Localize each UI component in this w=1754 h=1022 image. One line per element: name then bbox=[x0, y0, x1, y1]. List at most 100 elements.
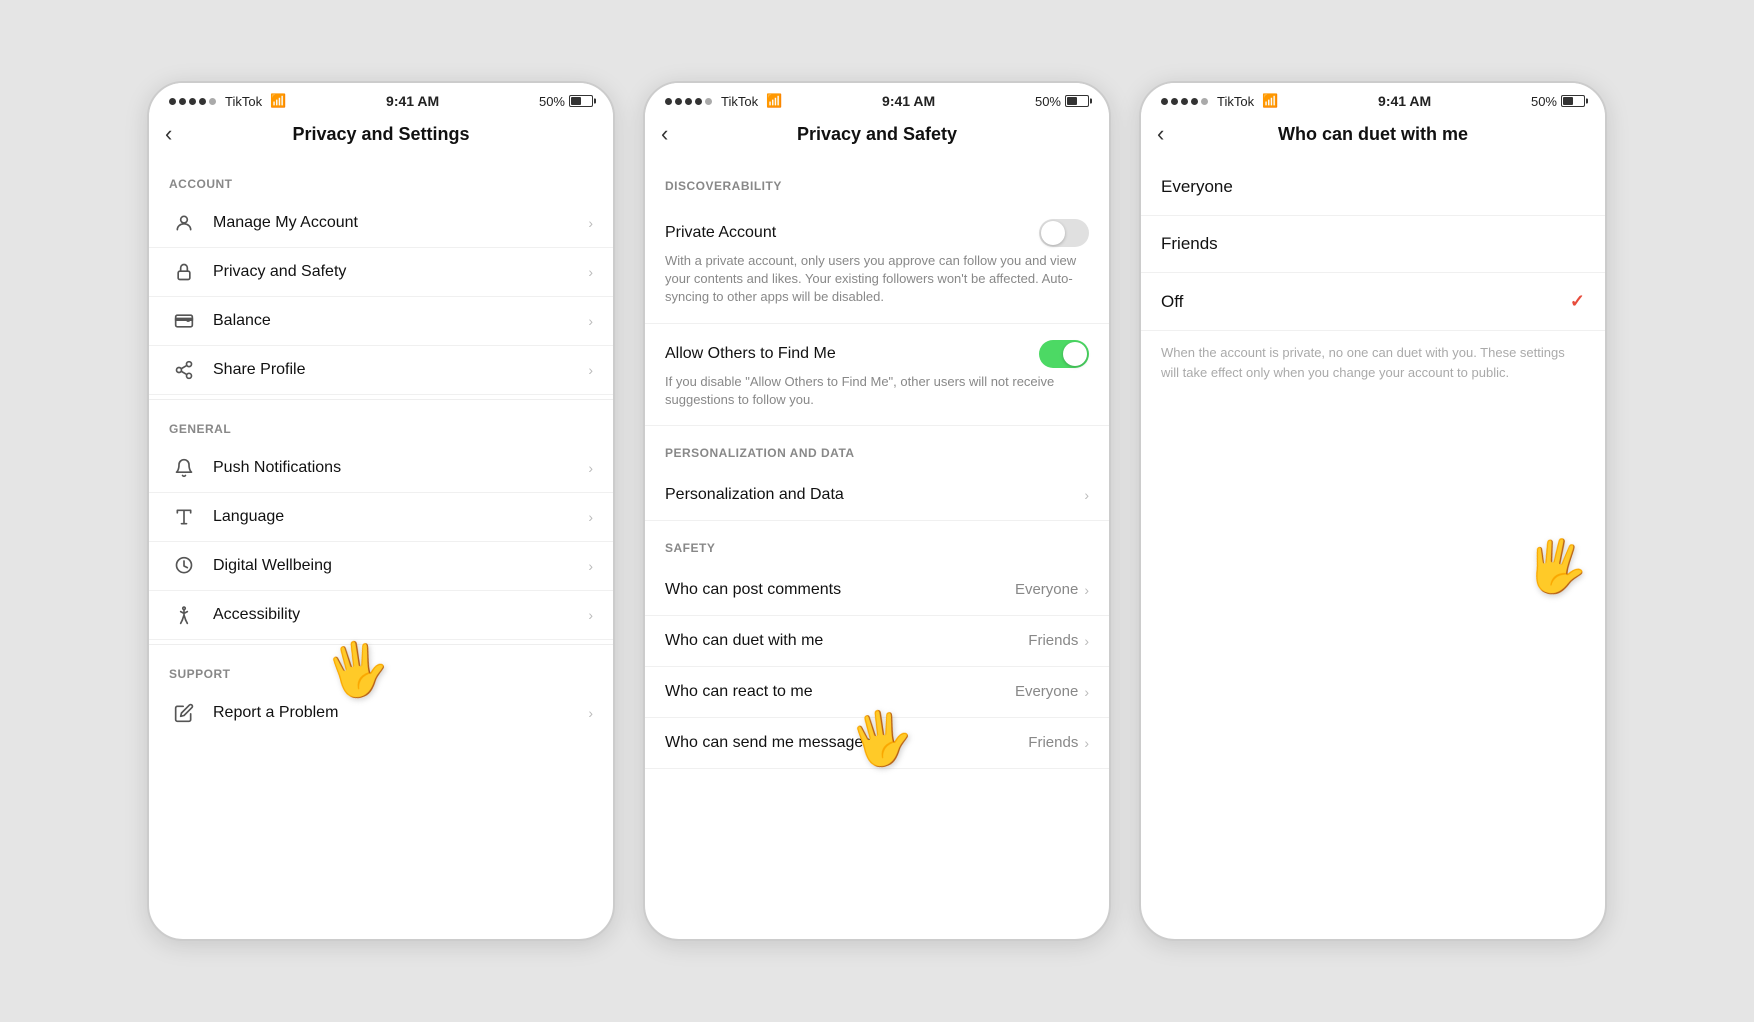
option-friends[interactable]: Friends bbox=[1141, 216, 1605, 273]
option-off-label: Off bbox=[1161, 292, 1183, 312]
section-safety: SAFETY bbox=[645, 521, 1109, 565]
section-label-account: ACCOUNT bbox=[149, 159, 613, 199]
wifi-icon-3: 📶 bbox=[1262, 93, 1278, 109]
nav-bar-3: ‹ Who can duet with me bbox=[1141, 113, 1605, 159]
nav-bar-2: ‹ Privacy and Safety bbox=[645, 113, 1109, 159]
phone-screen-2: TikTok 📶 9:41 AM 50% ‹ Privacy and Safet… bbox=[643, 81, 1111, 941]
battery-icon-3 bbox=[1561, 95, 1585, 107]
phone-screen-1: TikTok 📶 9:41 AM 50% ‹ Privacy and Setti… bbox=[147, 81, 615, 941]
phone-screen-3: TikTok 📶 9:41 AM 50% ‹ Who can duet with… bbox=[1139, 81, 1607, 941]
wellbeing-icon bbox=[169, 556, 199, 576]
s3-dot1 bbox=[1161, 98, 1168, 105]
allow-find-toggle[interactable] bbox=[1039, 340, 1089, 368]
private-account-toggle[interactable] bbox=[1039, 219, 1089, 247]
setting-personalization-data[interactable]: Personalization and Data › bbox=[645, 470, 1109, 521]
chevron-push-notifications: › bbox=[588, 460, 593, 476]
setting-who-react[interactable]: Who can react to me Everyone › bbox=[645, 667, 1109, 718]
battery-fill-2 bbox=[1067, 97, 1077, 105]
dot1 bbox=[169, 98, 176, 105]
toggle-knob-find bbox=[1063, 342, 1087, 366]
s2-dot5 bbox=[705, 98, 712, 105]
who-duet-title: Who can duet with me bbox=[665, 632, 823, 650]
menu-label-report-problem: Report a Problem bbox=[213, 704, 588, 722]
battery-percent-1: 50% bbox=[539, 94, 565, 109]
phone-wrapper-2: TikTok 📶 9:41 AM 50% ‹ Privacy and Safet… bbox=[643, 81, 1111, 941]
back-button-2[interactable]: ‹ bbox=[661, 121, 693, 147]
battery-fill-1 bbox=[571, 97, 581, 105]
status-left-2: TikTok 📶 bbox=[665, 93, 782, 109]
screen3-content: Everyone Friends Off ✓ When the account … bbox=[1141, 159, 1605, 939]
menu-item-accessibility[interactable]: Accessibility › bbox=[149, 591, 613, 640]
status-right-3: 50% bbox=[1531, 94, 1585, 109]
dot3 bbox=[189, 98, 196, 105]
allow-find-header: Allow Others to Find Me bbox=[665, 340, 1089, 368]
menu-label-balance: Balance bbox=[213, 312, 588, 330]
wifi-icon-2: 📶 bbox=[766, 93, 782, 109]
phone-wrapper-1: TikTok 📶 9:41 AM 50% ‹ Privacy and Setti… bbox=[147, 81, 615, 941]
setting-who-duet[interactable]: Who can duet with me Friends › bbox=[645, 616, 1109, 667]
who-duet-value: Friends › bbox=[1028, 632, 1089, 649]
dot2 bbox=[179, 98, 186, 105]
status-time-3: 9:41 AM bbox=[1378, 93, 1431, 109]
menu-item-balance[interactable]: Balance › bbox=[149, 297, 613, 346]
menu-item-push-notifications[interactable]: Push Notifications › bbox=[149, 444, 613, 493]
share-icon bbox=[169, 360, 199, 380]
carrier-label: TikTok bbox=[225, 94, 262, 109]
status-time-2: 9:41 AM bbox=[882, 93, 935, 109]
wallet-icon bbox=[169, 311, 199, 331]
status-left-3: TikTok 📶 bbox=[1161, 93, 1278, 109]
option-everyone[interactable]: Everyone bbox=[1141, 159, 1605, 216]
menu-item-report-problem[interactable]: Report a Problem › bbox=[149, 689, 613, 737]
dot5 bbox=[209, 98, 216, 105]
back-button-1[interactable]: ‹ bbox=[165, 121, 197, 147]
s3-dot5 bbox=[1201, 98, 1208, 105]
s2-dot1 bbox=[665, 98, 672, 105]
nav-title-2: Privacy and Safety bbox=[693, 124, 1061, 145]
menu-item-share-profile[interactable]: Share Profile › bbox=[149, 346, 613, 395]
setting-who-post-comments[interactable]: Who can post comments Everyone › bbox=[645, 565, 1109, 616]
battery-icon-1 bbox=[569, 95, 593, 107]
toggle-knob-private bbox=[1041, 221, 1065, 245]
battery-percent-2: 50% bbox=[1035, 94, 1061, 109]
nav-title-3: Who can duet with me bbox=[1189, 124, 1557, 145]
who-post-comments-title: Who can post comments bbox=[665, 581, 841, 599]
menu-item-digital-wellbeing[interactable]: Digital Wellbeing › bbox=[149, 542, 613, 591]
carrier-label-3: TikTok bbox=[1217, 94, 1254, 109]
setting-private-account[interactable]: Private Account With a private account, … bbox=[645, 203, 1109, 324]
chevron-share-profile: › bbox=[588, 362, 593, 378]
private-account-desc: With a private account, only users you a… bbox=[665, 252, 1089, 307]
menu-label-digital-wellbeing: Digital Wellbeing bbox=[213, 557, 588, 575]
signal-dots bbox=[169, 98, 216, 105]
who-messages-title: Who can send me messages bbox=[665, 734, 871, 752]
person-icon bbox=[169, 213, 199, 233]
back-button-3[interactable]: ‹ bbox=[1157, 121, 1189, 147]
status-time-1: 9:41 AM bbox=[386, 93, 439, 109]
chevron-messages: › bbox=[1084, 735, 1089, 751]
chevron-language: › bbox=[588, 509, 593, 525]
menu-item-privacy-safety[interactable]: Privacy and Safety › bbox=[149, 248, 613, 297]
pencil-icon bbox=[169, 703, 199, 723]
signal-dots-2 bbox=[665, 98, 712, 105]
menu-label-accessibility: Accessibility bbox=[213, 606, 588, 624]
setting-who-messages[interactable]: Who can send me messages Friends › bbox=[645, 718, 1109, 769]
s3-dot4 bbox=[1191, 98, 1198, 105]
setting-allow-find[interactable]: Allow Others to Find Me If you disable "… bbox=[645, 324, 1109, 426]
font-icon bbox=[169, 507, 199, 527]
divider-1 bbox=[149, 399, 613, 400]
status-right-2: 50% bbox=[1035, 94, 1089, 109]
menu-label-privacy-safety: Privacy and Safety bbox=[213, 263, 588, 281]
chevron-personalization: › bbox=[1084, 487, 1089, 503]
dot4 bbox=[199, 98, 206, 105]
section-discoverability: DISCOVERABILITY bbox=[645, 159, 1109, 203]
menu-item-manage-account[interactable]: Manage My Account › bbox=[149, 199, 613, 248]
chevron-manage-account: › bbox=[588, 215, 593, 231]
menu-item-language[interactable]: Language › bbox=[149, 493, 613, 542]
option-off[interactable]: Off ✓ bbox=[1141, 273, 1605, 331]
section-label-support: SUPPORT bbox=[149, 649, 613, 689]
personalization-title: Personalization and Data bbox=[665, 486, 844, 504]
option-friends-label: Friends bbox=[1161, 234, 1218, 254]
menu-label-push-notifications: Push Notifications bbox=[213, 459, 588, 477]
who-post-comments-value: Everyone › bbox=[1015, 581, 1089, 598]
battery-icon-2 bbox=[1065, 95, 1089, 107]
s3-dot3 bbox=[1181, 98, 1188, 105]
